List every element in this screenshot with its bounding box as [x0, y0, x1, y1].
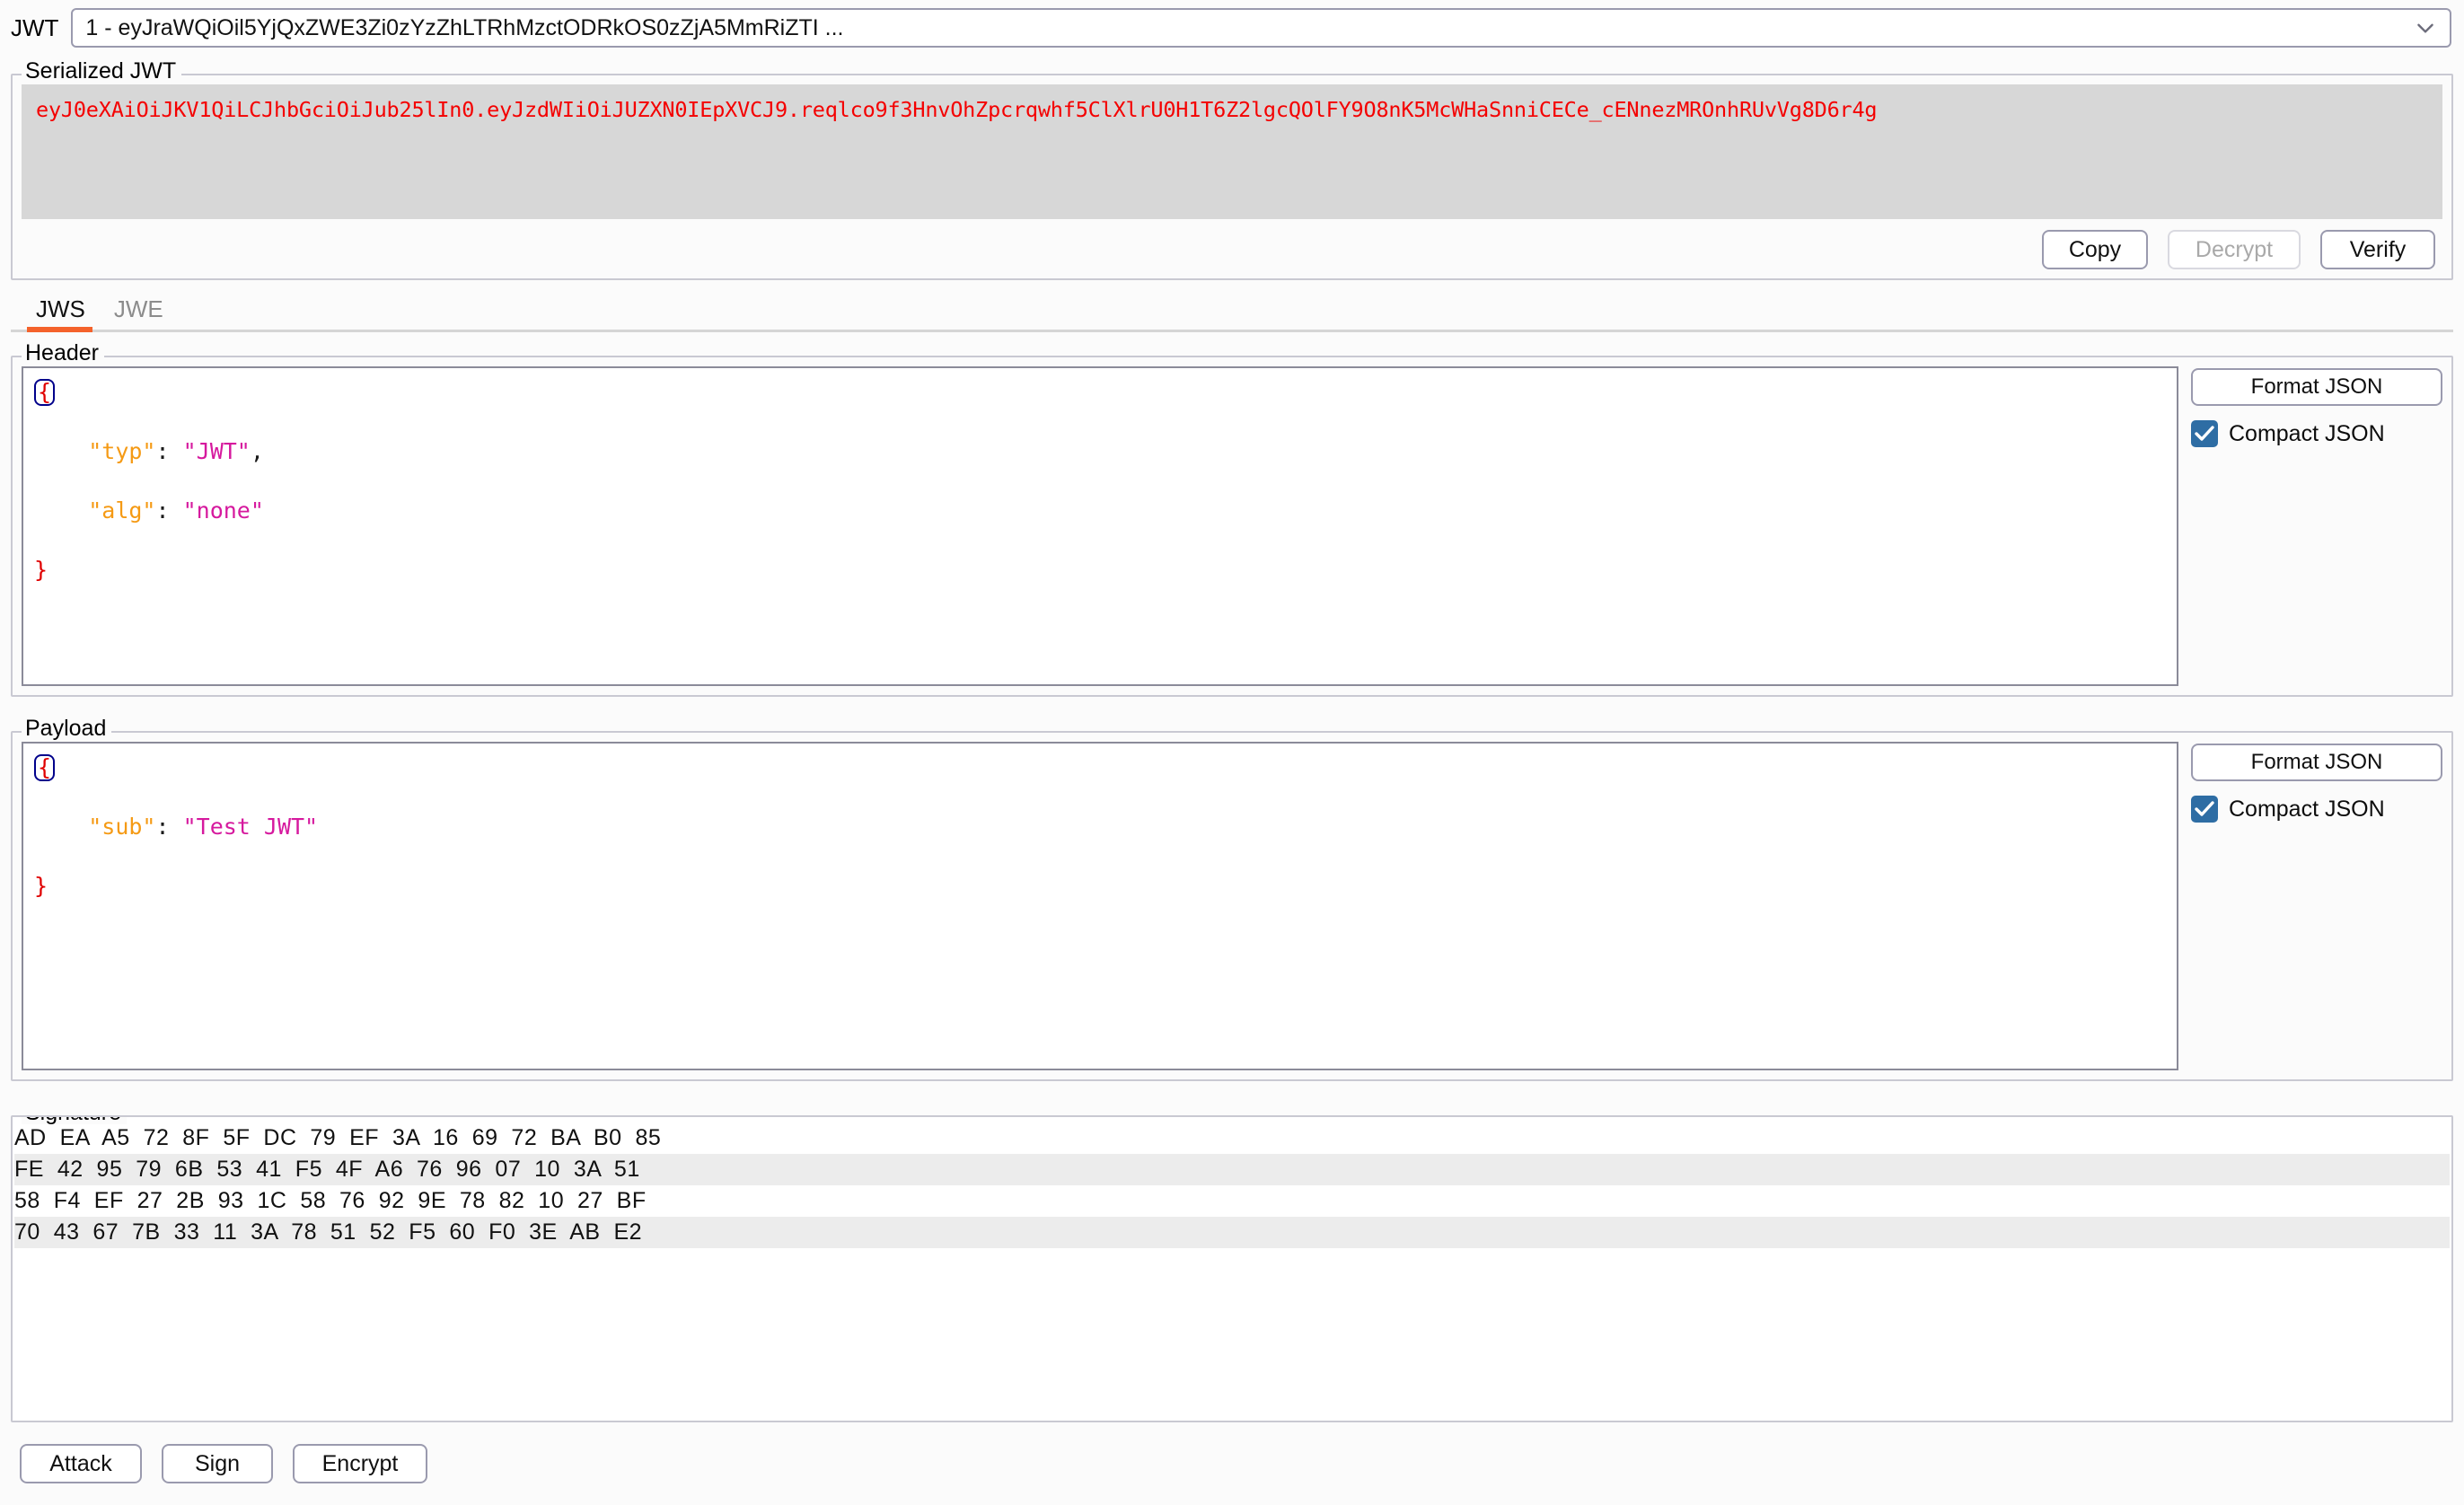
payload-group: Payload { "sub": "Test JWT" } Format JSO… — [11, 717, 2453, 1081]
signature-hex-table: AD EA A5 72 8F 5F DC 79 EF 3A 16 69 72 B… — [14, 1122, 2450, 1248]
signature-hex-line: 70 43 67 7B 33 11 3A 78 51 52 F5 60 F0 3… — [14, 1219, 643, 1245]
header-group: Header { "typ": "JWT", "alg": "none" } F… — [11, 342, 2453, 697]
header-open-brace: { — [34, 379, 56, 407]
tab-jwe[interactable]: JWE — [105, 297, 183, 330]
copy-button[interactable]: Copy — [2042, 230, 2148, 269]
serialized-jwt-actions: Copy Decrypt Verify — [22, 219, 2442, 271]
header-compact-json-checkbox[interactable]: Compact JSON — [2191, 420, 2442, 447]
signature-hex-line: 58 F4 EF 27 2B 93 1C 58 76 92 9E 78 82 1… — [14, 1188, 647, 1213]
attack-button[interactable]: Attack — [20, 1444, 142, 1483]
payload-legend: Payload — [22, 717, 112, 740]
header-comma-1: , — [250, 438, 264, 464]
payload-compact-json-checkbox[interactable]: Compact JSON — [2191, 796, 2442, 823]
checkmark-icon — [2191, 420, 2218, 447]
decrypt-button[interactable]: Decrypt — [2168, 230, 2301, 269]
payload-value-sub: "Test JWT" — [182, 814, 319, 840]
serialized-jwt-group: Serialized JWT eyJ0eXAiOiJKV1QiLCJhbGciO… — [11, 60, 2453, 280]
tab-jws[interactable]: JWS — [27, 297, 105, 332]
header-legend: Header — [22, 342, 104, 365]
header-key-alg: "alg" — [88, 497, 156, 524]
verify-button[interactable]: Verify — [2320, 230, 2435, 269]
table-row: 58 F4 EF 27 2B 93 1C 58 76 92 9E 78 82 1… — [14, 1185, 2450, 1217]
payload-key-sub: "sub" — [88, 814, 156, 840]
signature-empty-space — [14, 1248, 2450, 1415]
payload-json-editor[interactable]: { "sub": "Test JWT" } — [22, 742, 2178, 1070]
jws-jwe-tabs: JWS JWE — [11, 280, 2453, 332]
jwt-editor-window: JWT 1 - eyJraWQiOil5YjQxZWE3Zi0zYzZhLTRh… — [0, 0, 2464, 1505]
jwt-selector-row: JWT 1 - eyJraWQiOil5YjQxZWE3Zi0zYzZhLTRh… — [0, 0, 2464, 54]
signature-group: Signature AD EA A5 72 8F 5F DC 79 EF 3A … — [11, 1115, 2453, 1422]
jwt-label: JWT — [11, 13, 59, 41]
payload-side-controls: Format JSON Compact JSON — [2191, 742, 2442, 1070]
footer-actions: Attack Sign Encrypt — [0, 1422, 2464, 1505]
chevron-down-icon — [2414, 16, 2437, 40]
jwt-combobox-value: 1 - eyJraWQiOil5YjQxZWE3Zi0zYzZhLTRhMzct… — [85, 14, 844, 40]
header-value-alg: "none" — [182, 497, 264, 524]
checkmark-icon — [2191, 796, 2218, 823]
header-compact-json-label: Compact JSON — [2229, 420, 2385, 446]
header-json-editor[interactable]: { "typ": "JWT", "alg": "none" } — [22, 366, 2178, 686]
jwt-combobox[interactable]: 1 - eyJraWQiOil5YjQxZWE3Zi0zYzZhLTRhMzct… — [71, 8, 2451, 48]
signature-hex-line: AD EA A5 72 8F 5F DC 79 EF 3A 16 69 72 B… — [14, 1125, 662, 1150]
table-row: AD EA A5 72 8F 5F DC 79 EF 3A 16 69 72 B… — [14, 1122, 2450, 1154]
header-close-brace: } — [34, 557, 48, 583]
header-json-code: { "typ": "JWT", "alg": "none" } — [34, 377, 2166, 585]
signature-legend: Signature — [22, 1117, 128, 1124]
signature-hex-line: FE 42 95 79 6B 53 41 F5 4F A6 76 96 07 1… — [14, 1157, 640, 1182]
encrypt-button[interactable]: Encrypt — [293, 1444, 427, 1483]
serialized-jwt-textarea[interactable]: eyJ0eXAiOiJKV1QiLCJhbGciOiJub25lIn0.eyJz… — [22, 84, 2442, 219]
payload-open-brace: { — [34, 754, 56, 782]
serialized-jwt-text: eyJ0eXAiOiJKV1QiLCJhbGciOiJub25lIn0.eyJz… — [36, 97, 1878, 122]
payload-indent-1 — [34, 814, 88, 840]
header-format-json-button[interactable]: Format JSON — [2191, 368, 2442, 406]
sign-button[interactable]: Sign — [162, 1444, 273, 1483]
serialized-jwt-legend: Serialized JWT — [22, 60, 182, 83]
table-row: FE 42 95 79 6B 53 41 F5 4F A6 76 96 07 1… — [14, 1154, 2450, 1185]
header-indent-1 — [34, 438, 88, 464]
header-indent-2 — [34, 497, 88, 524]
header-colon-2: : — [155, 497, 183, 524]
payload-compact-json-label: Compact JSON — [2229, 796, 2385, 822]
table-row: 70 43 67 7B 33 11 3A 78 51 52 F5 60 F0 3… — [14, 1217, 2450, 1248]
payload-format-json-button[interactable]: Format JSON — [2191, 744, 2442, 781]
header-colon-1: : — [155, 438, 183, 464]
payload-close-brace: } — [34, 873, 48, 899]
header-side-controls: Format JSON Compact JSON — [2191, 366, 2442, 686]
payload-json-code: { "sub": "Test JWT" } — [34, 752, 2166, 901]
header-key-typ: "typ" — [88, 438, 156, 464]
payload-colon-1: : — [155, 814, 183, 840]
header-value-typ: "JWT" — [182, 438, 251, 464]
